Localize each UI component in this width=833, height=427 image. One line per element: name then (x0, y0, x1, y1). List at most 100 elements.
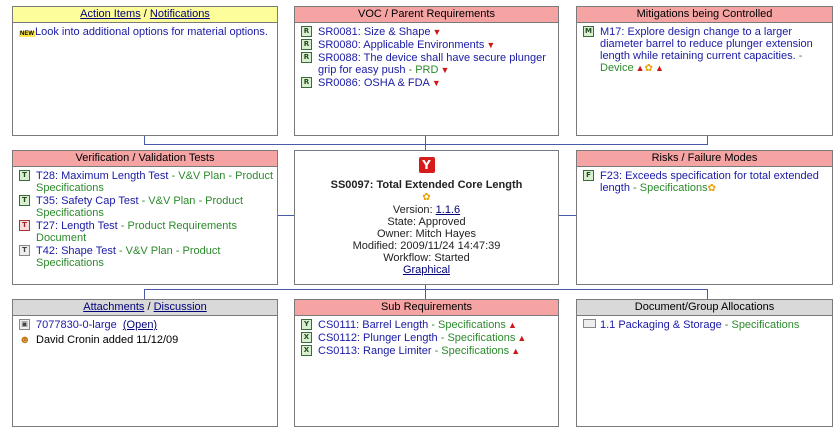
version-link[interactable]: 1.1.6 (436, 204, 460, 216)
priority-flag-icon: ▲ (511, 346, 521, 356)
list-item[interactable]: M M17: Explore design change to a larger … (583, 26, 828, 75)
new-badge-icon: NEW (19, 31, 35, 37)
risks-panel: Risks / Failure Modes F F23: Exceeds spec… (576, 150, 833, 285)
item-link[interactable]: SR0081: Size & Shape (318, 26, 431, 38)
attachments-panel: Attachments / Discussion ▣ 7077830-0-larg… (12, 299, 278, 427)
workflow-icon: ✿ (422, 192, 431, 203)
attachments-link[interactable]: Attachments (83, 301, 144, 313)
workflow-icon: ✿ (644, 63, 653, 74)
workflow-icon: ✿ (707, 183, 717, 194)
workflow-text: Workflow: Started (383, 252, 470, 264)
item-link[interactable]: T35: Safety Cap Test (36, 195, 139, 207)
item-link[interactable]: SR0086: OSHA & FDA (318, 77, 430, 89)
header-separator: / (143, 8, 147, 20)
spec-icon: Y (301, 319, 312, 330)
connector-line (277, 215, 295, 216)
image-file-icon: ▣ (19, 319, 30, 330)
mitigation-icon: M (583, 26, 594, 37)
requirement-type-icon: Y (418, 157, 435, 173)
user-icon: ☻ (19, 334, 31, 346)
spec-icon: X (301, 345, 312, 356)
document-icon (583, 319, 596, 328)
attachment-item[interactable]: ▣ 7077830-0-large (Open) (19, 319, 273, 331)
verification-panel: Verification / Validation Tests T T28: Ma… (12, 150, 278, 285)
item-link[interactable]: SR0080: Applicable Environments (318, 39, 484, 51)
current-item-panel: Y SS0097: Total Extended Core Length ✿ V… (294, 150, 559, 285)
state-text: State: Approved (387, 216, 466, 228)
priority-flag-icon: ▲ (517, 333, 527, 343)
attachments-header: Attachments / Discussion (13, 300, 277, 316)
item-suffix: - Specifications (437, 332, 516, 344)
priority-flag-icon: ▲ (635, 63, 645, 73)
action-items-header: Action Items / Notifications (13, 7, 277, 23)
connector-line (144, 144, 708, 145)
item-link[interactable]: CS0112: Plunger Length (318, 332, 438, 344)
voc-panel: VOC / Parent Requirements R SR0081: Size … (294, 6, 559, 136)
priority-flag-icon: ▼ (431, 78, 441, 88)
item-title: SS0097: Total Extended Core Length (330, 179, 523, 191)
list-item[interactable]: T T42: Shape Test - V&V Plan - Product Sp… (19, 245, 273, 269)
action-item-text: Look into additional options for materia… (35, 26, 268, 38)
list-item[interactable]: R SR0080: Applicable Environments ▼ (301, 39, 554, 51)
open-link[interactable]: (Open) (123, 319, 157, 331)
item-link[interactable]: CS0113: Range Limiter (318, 345, 432, 357)
list-item[interactable]: F F23: Exceeds specification for total ex… (583, 170, 828, 195)
item-suffix: - Specifications (629, 182, 708, 194)
item-link[interactable]: 1.1 Packaging & Storage (600, 319, 722, 331)
item-suffix: - Specifications (428, 319, 506, 331)
version-label: Version: (392, 204, 433, 216)
priority-flag-icon: ▲ (654, 63, 664, 73)
mitigations-panel: Mitigations being Controlled M M17: Explo… (576, 6, 833, 136)
item-link[interactable]: T28: Maximum Length Test (36, 170, 168, 182)
action-items-link[interactable]: Action Items (80, 8, 141, 20)
connector-line (425, 284, 426, 299)
test-icon: T (19, 220, 30, 231)
connector-line (425, 135, 426, 150)
list-item[interactable]: 1.1 Packaging & Storage - Specifications (583, 319, 828, 331)
comment-text: David Cronin added 11/12/09 (36, 334, 179, 346)
version-row: Version: 1.1.6 (295, 204, 558, 216)
header-separator: / (147, 301, 151, 313)
test-icon: T (19, 195, 30, 206)
list-item[interactable]: T T28: Maximum Length Test - V&V Plan - P… (19, 170, 273, 194)
connector-line (707, 289, 708, 299)
priority-flag-icon: ▼ (486, 40, 496, 50)
notifications-link[interactable]: Notifications (150, 8, 210, 20)
requirement-icon: R (301, 26, 312, 37)
connector-line (558, 215, 576, 216)
list-item[interactable]: R SR0088: The device shall have secure pl… (301, 52, 554, 76)
list-item[interactable]: Y CS0111: Barrel Length - Specifications ▲ (301, 319, 554, 331)
list-item[interactable]: X CS0113: Range Limiter - Specifications ▲ (301, 345, 554, 357)
priority-flag-icon: ▲ (507, 320, 517, 330)
discussion-item: ☻ David Cronin added 11/12/09 (19, 334, 273, 346)
list-item[interactable]: R SR0081: Size & Shape ▼ (301, 26, 554, 38)
action-items-panel: Action Items / Notifications NEWLook int… (12, 6, 278, 136)
connector-line (144, 289, 145, 299)
action-item[interactable]: NEWLook into additional options for mate… (19, 26, 273, 40)
mitigations-header: Mitigations being Controlled (577, 7, 832, 23)
item-link[interactable]: T27: Length Test (36, 220, 118, 232)
item-link[interactable]: CS0111: Barrel Length (318, 319, 428, 331)
test-icon: T (19, 170, 30, 181)
connector-line (707, 135, 708, 145)
discussion-link[interactable]: Discussion (154, 301, 207, 313)
item-suffix: - PRD (405, 64, 439, 76)
verification-header: Verification / Validation Tests (13, 151, 277, 167)
list-item[interactable]: R SR0086: OSHA & FDA ▼ (301, 77, 554, 89)
failure-mode-icon: F (583, 170, 594, 181)
attachment-link[interactable]: 7077830-0-large (36, 319, 117, 331)
risks-header: Risks / Failure Modes (577, 151, 832, 167)
test-icon: T (19, 245, 30, 256)
list-item[interactable]: T T27: Length Test - Product Requirements… (19, 220, 273, 244)
priority-flag-icon: ▼ (432, 27, 442, 37)
owner-text: Owner: Mitch Hayes (376, 228, 477, 240)
document-allocations-panel: Document/Group Allocations 1.1 Packaging… (576, 299, 833, 427)
graphical-link[interactable]: Graphical (403, 264, 450, 276)
sub-requirements-header: Sub Requirements (295, 300, 558, 316)
item-link[interactable]: M17: Explore design change to a larger d… (600, 26, 813, 62)
item-link[interactable]: T42: Shape Test (36, 245, 116, 257)
document-allocations-header: Document/Group Allocations (577, 300, 832, 316)
modified-text: Modified: 2009/11/24 14:47:39 (352, 240, 501, 252)
list-item[interactable]: T T35: Safety Cap Test - V&V Plan - Produ… (19, 195, 273, 219)
list-item[interactable]: X CS0112: Plunger Length - Specifications… (301, 332, 554, 344)
